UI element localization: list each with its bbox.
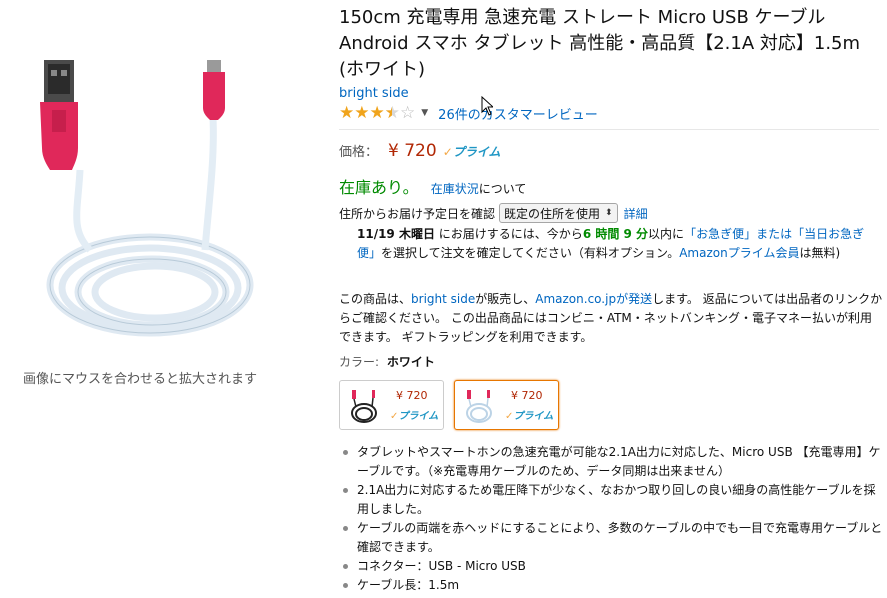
mouse-cursor-icon xyxy=(481,96,493,116)
variant-price: ¥ 720 xyxy=(511,389,543,402)
prime-label: プライム xyxy=(452,145,501,159)
address-select[interactable]: 既定の住所を使用 ⬍ xyxy=(499,203,618,223)
delivery-estimate: 11/19 木曜日 にお届けするには、今から6 時間 9 分以内に「お急ぎ便」ま… xyxy=(357,225,882,263)
stock-status-link[interactable]: 在庫状況 xyxy=(431,180,479,197)
variant-swatch-black[interactable]: ¥ 720 ✓プライム xyxy=(339,380,444,430)
feature-bullet: コネクター：USB - Micro USB xyxy=(339,557,884,576)
feature-bullets: タブレットやスマートホンの急速充電が可能な2.1A出力に対応した、Micro U… xyxy=(339,443,884,595)
feature-bullet: ケーブル長：1.5m xyxy=(339,576,884,595)
product-image[interactable] xyxy=(20,30,320,350)
star-icon: ★ xyxy=(339,103,355,123)
amazon-link[interactable]: Amazon.co.jp xyxy=(535,292,616,306)
select-arrows-icon: ⬍ xyxy=(605,208,613,218)
delivery-details-link[interactable]: 詳細 xyxy=(624,205,648,222)
product-details: 150cm 充電専用 急速充電 ストレート Micro USB ケーブル And… xyxy=(339,0,887,598)
variant-prime-badge: ✓プライム xyxy=(505,407,553,422)
brand-link[interactable]: bright side xyxy=(339,86,409,101)
delivery-text: は無料) xyxy=(799,246,841,260)
delivery-address-label: 住所からお届け予定日を確認 xyxy=(339,206,496,221)
variant-prime-label: プライム xyxy=(513,411,554,422)
price-row: 価格： ¥ 720 ✓プライム xyxy=(339,141,501,161)
seller-text: この商品は、 xyxy=(339,292,412,306)
star-icon: ★ xyxy=(369,103,385,123)
delivery-address-row: 住所からお届け予定日を確認 既定の住所を使用 ⬍ 詳細 xyxy=(339,203,648,223)
variant-prime-badge: ✓プライム xyxy=(390,407,438,422)
star-rating[interactable]: ★ ★ ★ ★ ☆ xyxy=(339,104,415,122)
delivery-date: 11/19 木曜日 xyxy=(357,227,435,241)
shipping-link[interactable]: が発送 xyxy=(616,292,652,306)
seller-text: が販売し、 xyxy=(475,292,536,306)
prime-check-icon: ✓ xyxy=(442,145,453,159)
prime-badge: ✓プライム xyxy=(443,143,501,160)
divider xyxy=(339,129,879,130)
star-icon: ★ xyxy=(354,103,370,123)
price-value: ¥ 720 xyxy=(388,141,437,161)
feature-bullet: ケーブルの両端を赤ヘッドにすることにより、多数のケーブルの中でも一目で充電専用ケ… xyxy=(339,519,884,557)
price-label: 価格： xyxy=(339,145,379,160)
order-countdown: 6 時間 9 分 xyxy=(582,227,649,241)
feature-bullet: 2.1A出力に対応するため電圧降下が少なく、なおかつ取り回しの良い細身の高性能ケ… xyxy=(339,481,884,519)
address-select-value: 既定の住所を使用 xyxy=(504,206,601,221)
product-title: 150cm 充電専用 急速充電 ストレート Micro USB ケーブル And… xyxy=(339,7,861,80)
seller-info: この商品は、bright sideが販売し、Amazon.co.jpが発送します… xyxy=(339,290,884,347)
color-label: カラー: xyxy=(339,355,380,369)
delivery-text: にお届けするには、今から xyxy=(438,227,583,241)
half-star-icon: ★ xyxy=(385,104,400,122)
feature-bullet: タブレットやスマートホンの急速充電が可能な2.1A出力に対応した、Micro U… xyxy=(339,443,884,481)
delivery-text: を選択して注文を確定してください（有料オプション。 xyxy=(381,246,680,260)
seller-link[interactable]: bright side xyxy=(411,292,475,306)
color-value: ホワイト xyxy=(386,355,435,369)
stock-row: 在庫あり。 在庫状況 について xyxy=(339,174,526,198)
customer-reviews-link[interactable]: 26件のカスタマーレビュー xyxy=(438,104,598,123)
stock-status: 在庫あり。 xyxy=(339,178,419,197)
variant-swatch-white[interactable]: ¥ 720 ✓プライム xyxy=(454,380,559,430)
prime-member-link[interactable]: Amazonプライム会員 xyxy=(679,246,799,260)
empty-star-icon: ☆ xyxy=(400,103,416,123)
rating-row: ★ ★ ★ ★ ☆ ▼ 26件のカスタマーレビュー xyxy=(339,103,598,123)
stock-status-suffix: について xyxy=(478,182,527,196)
variant-prime-label: プライム xyxy=(398,411,439,422)
variant-price: ¥ 720 xyxy=(396,389,428,402)
color-row: カラー: ホワイト xyxy=(339,353,435,370)
rating-dropdown-caret-icon[interactable]: ▼ xyxy=(421,108,428,118)
white-cable-thumbnail xyxy=(466,390,492,423)
image-zoom-hint: 画像にマウスを合わせると拡大されます xyxy=(22,372,257,387)
black-cable-thumbnail xyxy=(351,390,377,423)
image-column: 画像にマウスを合わせると拡大されます xyxy=(0,0,330,598)
delivery-text: 以内に xyxy=(648,227,685,241)
